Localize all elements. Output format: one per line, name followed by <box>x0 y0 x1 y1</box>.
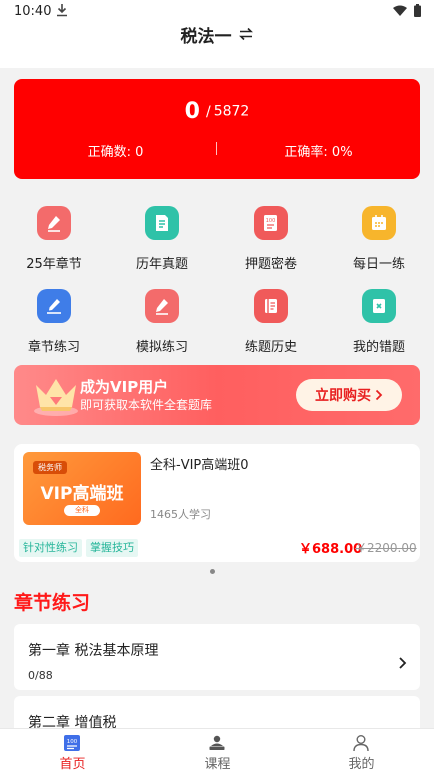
thumb-tag: 税务师 <box>33 461 67 474</box>
pen-icon <box>37 206 71 240</box>
status-bar: 10:40 <box>0 0 434 24</box>
grid-item-mock-practice[interactable]: 模拟练习 <box>108 283 216 355</box>
grid-label: 25年章节 <box>26 257 82 272</box>
calendar-icon <box>362 206 396 240</box>
grid-label: 我的错题 <box>352 340 405 355</box>
download-icon <box>57 4 67 17</box>
tab-label: 首页 <box>59 757 86 772</box>
grid-item-past-exams[interactable]: 历年真题 <box>108 200 216 272</box>
tab-home[interactable]: 100 首页 <box>0 729 145 773</box>
vip-subtitle: 即可获取本软件全套题库 <box>80 398 213 412</box>
bottom-tab-bar: 100 首页 课程 我的 <box>0 728 434 773</box>
score-separator: / <box>205 103 211 120</box>
grid-label: 章节练习 <box>27 340 80 355</box>
course-title: 全科-VIP高端班0 <box>150 458 249 473</box>
switch-icon <box>238 27 253 41</box>
tab-course[interactable]: 课程 <box>145 729 290 773</box>
grid-label: 历年真题 <box>135 257 188 272</box>
course-thumbnail: 税务师 VIP高端班 全科 <box>23 452 141 525</box>
chevron-right-icon <box>399 657 407 669</box>
carousel-indicator <box>210 569 215 574</box>
chapter-progress: 0/88 <box>28 669 53 682</box>
course-original-price: ￥2200.00 <box>355 541 417 555</box>
grid-item-practice-history[interactable]: 练题历史 <box>217 283 325 355</box>
grid-label: 模拟练习 <box>135 340 188 355</box>
course-price: ￥688.00 <box>299 542 363 557</box>
correct-count-stat: 正确数: 0 <box>87 145 144 160</box>
course-icon <box>209 735 225 750</box>
profile-icon <box>353 735 369 752</box>
grid-item-chapter-practice[interactable]: 章节练习 <box>0 283 108 355</box>
course-tag: 掌握技巧 <box>86 539 138 557</box>
grid-item-daily-practice[interactable]: 每日一练 <box>325 200 433 272</box>
score-card: 0 /5872 正确数: 0 正确率: 0% <box>14 79 420 179</box>
svg-text:100: 100 <box>266 218 276 224</box>
grid-item-chapters-2025[interactable]: 25年章节 <box>0 200 108 272</box>
exam-100-icon: 100 <box>254 206 288 240</box>
chapter-item[interactable]: 第一章 税法基本原理 0/88 <box>14 624 420 690</box>
tab-label: 课程 <box>204 757 231 772</box>
score-count: 0 <box>184 99 200 124</box>
wifi-icon <box>393 5 407 16</box>
grid-item-wrong-questions[interactable]: 我的错题 <box>325 283 433 355</box>
chapter-name: 第一章 税法基本原理 <box>28 643 159 659</box>
section-title: 章节练习 <box>14 592 91 614</box>
edit-icon <box>37 289 71 323</box>
vip-banner[interactable]: 成为VIP用户 即可获取本软件全套题库 立即购买 <box>14 365 420 425</box>
course-learners: 1465人学习 <box>150 508 211 521</box>
svg-text:100: 100 <box>67 739 78 745</box>
home-100-icon: 100 <box>64 735 80 751</box>
battery-icon <box>414 4 421 17</box>
vip-title: 成为VIP用户 <box>80 378 169 396</box>
status-time: 10:40 <box>14 4 52 19</box>
grid-label: 押题密卷 <box>244 257 297 272</box>
page-title: 税法一 <box>180 26 232 47</box>
course-tag: 针对性练习 <box>19 539 82 557</box>
thumb-pill: 全科 <box>64 505 100 516</box>
score-summary: 0 /5872 <box>14 99 420 124</box>
header: 税法一 <box>0 24 434 68</box>
tab-profile[interactable]: 我的 <box>289 729 434 773</box>
history-icon <box>254 289 288 323</box>
buy-now-label: 立即购买 <box>315 388 371 404</box>
chevron-right-icon <box>375 389 383 401</box>
buy-now-button[interactable]: 立即购买 <box>296 379 402 411</box>
crown-icon <box>34 379 78 416</box>
error-book-icon <box>362 289 396 323</box>
grid-label: 每日一练 <box>352 257 405 272</box>
thumb-title: VIP高端班 <box>40 484 124 504</box>
grid-label: 练题历史 <box>244 340 297 355</box>
tab-label: 我的 <box>348 757 375 772</box>
pen-icon <box>145 289 179 323</box>
course-card[interactable]: 税务师 VIP高端班 全科 全科-VIP高端班0 1465人学习 针对性练习 掌… <box>14 444 420 562</box>
grid-item-predicted-papers[interactable]: 100 押题密卷 <box>217 200 325 272</box>
accuracy-stat: 正确率: 0% <box>284 145 353 160</box>
document-icon <box>145 206 179 240</box>
score-total: 5872 <box>213 103 250 120</box>
subject-switcher[interactable]: 税法一 <box>0 24 434 47</box>
